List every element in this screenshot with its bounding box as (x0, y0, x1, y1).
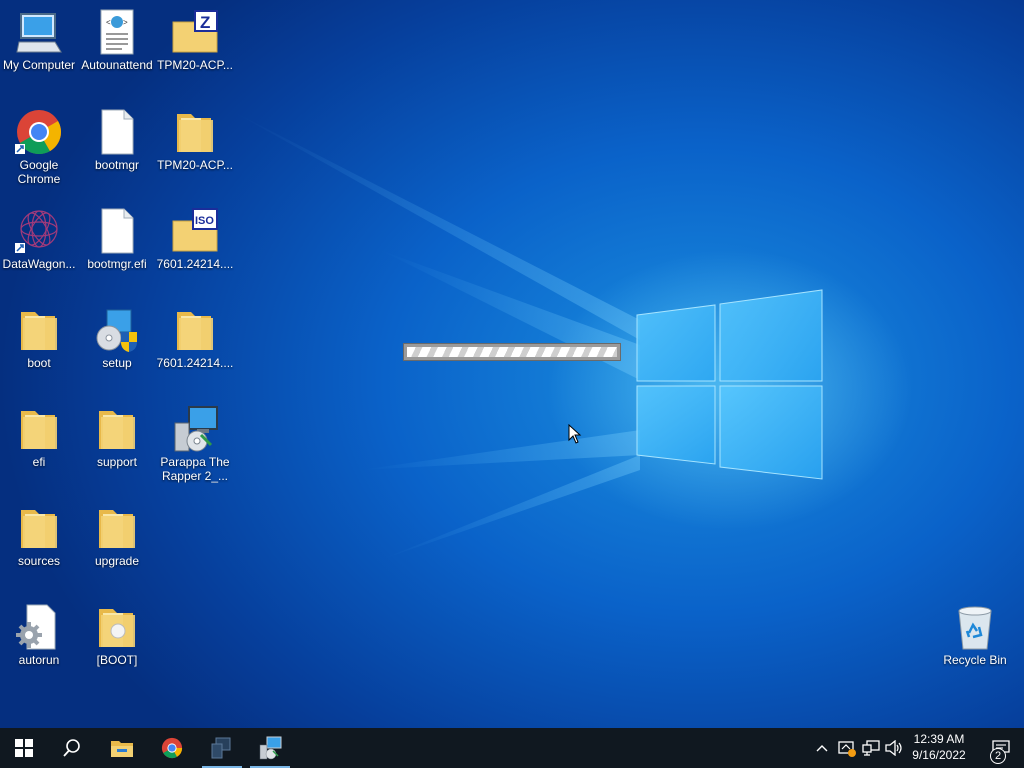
file-icon (101, 208, 134, 254)
desktop-icon-parappa[interactable]: Parappa The Rapper 2_... (156, 401, 234, 493)
tray-security-button[interactable] (836, 728, 858, 768)
desktop-icon-setup[interactable]: setup (78, 302, 156, 394)
datawagon-icon (15, 210, 58, 253)
taskbar-chrome[interactable] (148, 728, 196, 768)
desktop-icon-autorun[interactable]: autorun (0, 599, 78, 691)
icon-label: My Computer (2, 58, 76, 72)
search-button[interactable] (48, 728, 96, 768)
desktop-icon-support[interactable]: support (78, 401, 156, 493)
windows-logo-icon (636, 289, 823, 480)
iso-folder-icon: ISO (172, 208, 218, 252)
desktop-icon-bootmgr-efi[interactable]: bootmgr.efi (78, 203, 156, 295)
search-icon (63, 739, 80, 757)
tray-network-button[interactable] (860, 728, 882, 768)
desktop-icon-datawagon[interactable]: DataWagon... (0, 203, 78, 295)
xml-document-icon: < > (100, 9, 134, 55)
file-icon (101, 109, 134, 155)
desktop-icon-tpm20-folder[interactable]: TPM20-ACP... (156, 104, 234, 196)
icon-label: boot (27, 356, 51, 370)
file-explorer-icon (111, 741, 133, 757)
icon-label: setup (102, 356, 132, 370)
icon-label: bootmgr.efi (87, 257, 147, 271)
start-button[interactable] (0, 728, 48, 768)
desktop-icon-my-computer[interactable]: My Computer (0, 4, 78, 96)
icon-label: efi (32, 455, 46, 469)
folder-icon (177, 114, 213, 152)
icon-label: Parappa The Rapper 2_... (160, 455, 230, 483)
settings-file-icon (16, 604, 56, 650)
desktop-icon-upgrade[interactable]: upgrade (78, 500, 156, 592)
folder-icon (21, 411, 57, 449)
icon-label: Recycle Bin (943, 653, 1007, 667)
folder-icon (177, 312, 213, 350)
computer-icon (16, 13, 62, 53)
svg-text:>: > (123, 18, 128, 27)
icon-label: sources (17, 554, 61, 568)
taskbar-file-explorer[interactable] (98, 728, 146, 768)
windows-start-icon (15, 739, 33, 757)
clock-time: 12:39 AM (913, 732, 965, 746)
icon-label: support (96, 455, 138, 469)
folder-icon (21, 312, 57, 350)
installer-icon (174, 406, 218, 452)
clock-date: 9/16/2022 (912, 748, 966, 762)
icon-label: DataWagon... (2, 257, 76, 271)
desktop[interactable]: My Computer < > Autounattend Z TPM20-ACP… (0, 0, 1024, 728)
desktop-icon-7601-folder[interactable]: 7601.24214.... (156, 302, 234, 394)
setup-icon (96, 309, 137, 352)
taskbar-installer-app[interactable] (246, 728, 294, 768)
icon-label: Google Chrome (17, 158, 61, 186)
mouse-cursor-icon (568, 424, 582, 444)
loading-progress-bar (403, 343, 621, 361)
desktop-icon-7601-iso[interactable]: ISO 7601.24214.... (156, 203, 234, 295)
desktop-icon-boot[interactable]: boot (0, 302, 78, 394)
folder-icon (99, 411, 135, 449)
taskbar: 12:39 AM 9/16/2022 2 (0, 728, 1024, 768)
icon-label: upgrade (94, 554, 140, 568)
icon-label: 7601.24214.... (156, 356, 234, 370)
icon-label: 7601.24214.... (156, 257, 234, 271)
show-hidden-icons-button[interactable] (812, 728, 832, 768)
desktop-icon-boot-bracket[interactable]: [BOOT] (78, 599, 156, 691)
desktop-icon-tpm20-zip[interactable]: Z TPM20-ACP... (156, 4, 234, 96)
installer-icon (259, 736, 282, 760)
icon-label: Autounattend (81, 58, 153, 72)
chrome-icon (161, 737, 183, 759)
desktop-icon-autounattend[interactable]: < > Autounattend (78, 4, 156, 96)
security-warning-icon (838, 741, 856, 757)
zip-folder-icon: Z (172, 10, 218, 53)
icon-label: autorun (18, 653, 60, 667)
notification-count-badge: 2 (990, 748, 1006, 764)
folder-icon (99, 609, 135, 647)
icon-label: TPM20-ACP... (157, 158, 233, 172)
setup-app-icon (211, 737, 231, 759)
svg-text:Z: Z (200, 13, 210, 32)
progress-fill (407, 347, 617, 357)
taskbar-clock[interactable]: 12:39 AM 9/16/2022 (900, 731, 978, 763)
chevron-up-icon (816, 745, 828, 752)
folder-icon (99, 510, 135, 548)
desktop-icon-google-chrome[interactable]: Google Chrome (0, 104, 78, 196)
icon-label: [BOOT] (96, 653, 138, 667)
recycle-bin-icon (958, 606, 992, 650)
taskbar-setup-app[interactable] (198, 728, 246, 768)
icon-label: bootmgr (94, 158, 140, 172)
chrome-icon (15, 110, 62, 155)
desktop-icon-sources[interactable]: sources (0, 500, 78, 592)
svg-text:ISO: ISO (195, 215, 214, 227)
desktop-icon-bootmgr[interactable]: bootmgr (78, 104, 156, 196)
svg-text:<: < (106, 18, 111, 27)
icon-label: TPM20-ACP... (157, 58, 233, 72)
network-icon (862, 740, 880, 756)
desktop-icon-recycle-bin[interactable]: Recycle Bin (936, 599, 1014, 691)
folder-icon (21, 510, 57, 548)
desktop-icon-efi[interactable]: efi (0, 401, 78, 493)
